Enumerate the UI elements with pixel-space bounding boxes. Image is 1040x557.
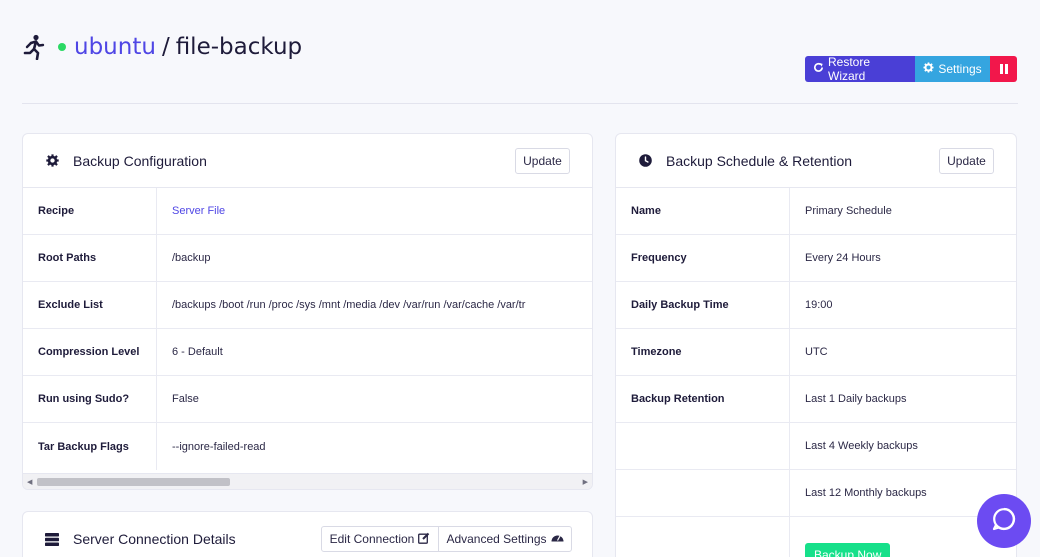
table-row: Last 4 Weekly backups: [616, 423, 1016, 470]
chat-icon: [991, 506, 1017, 537]
row-value: Every 24 Hours: [805, 252, 881, 264]
row-label: Frequency: [616, 235, 790, 281]
table-row: Daily Backup Time 19:00: [616, 282, 1016, 329]
server-icon: [45, 532, 59, 546]
restore-wizard-label: Restore Wizard: [828, 55, 871, 83]
row-label: [616, 517, 790, 557]
row-value: --ignore-failed-read: [172, 440, 266, 453]
row-value: UTC: [805, 346, 828, 358]
scroll-left-icon[interactable]: ◀: [27, 478, 32, 486]
row-value: Last 1 Daily backups: [805, 393, 907, 405]
table-row: Root Paths /backup: [23, 235, 592, 282]
row-value: 6 - Default: [172, 346, 223, 358]
advanced-settings-label: Advanced Settings: [446, 532, 547, 546]
backup-now-button[interactable]: Backup Now: [805, 543, 891, 557]
refresh-icon: [813, 62, 824, 76]
breadcrumb-separator: /: [161, 34, 170, 60]
card-header: Backup Configuration Update: [23, 134, 592, 188]
row-value: /backup: [172, 252, 211, 264]
running-person-icon: [22, 34, 48, 61]
page-title: file-backup: [175, 34, 303, 60]
gauge-icon: [551, 532, 564, 546]
card-title: Server Connection Details: [73, 531, 236, 547]
card-title: Backup Configuration: [73, 152, 207, 169]
recipe-link[interactable]: Server File: [157, 205, 225, 217]
backup-schedule-card: Backup Schedule & Retention Update Name …: [615, 133, 1017, 557]
pause-button[interactable]: [990, 56, 1017, 82]
header-divider: [22, 103, 1018, 104]
table-row: Recipe Server File: [23, 188, 592, 235]
restore-wizard-button[interactable]: Restore Wizard: [805, 55, 915, 83]
advanced-settings-button[interactable]: Advanced Settings: [438, 526, 572, 552]
backup-now-wrap: Backup Now: [790, 517, 891, 557]
server-connection-card: Server Connection Details Edit Connectio…: [22, 511, 593, 557]
row-value: Last 12 Monthly backups: [805, 487, 927, 499]
table-row: Name Primary Schedule: [616, 188, 1016, 235]
scrollbar-thumb[interactable]: [37, 478, 230, 486]
row-label: Root Paths: [23, 235, 157, 281]
scroll-right-icon[interactable]: ▶: [583, 478, 588, 486]
card-header: Server Connection Details Edit Connectio…: [23, 512, 592, 557]
table-row: Frequency Every 24 Hours: [616, 235, 1016, 282]
table-row: Backup Retention Last 1 Daily backups: [616, 376, 1016, 423]
update-button[interactable]: Update: [939, 148, 994, 174]
table-row: Run using Sudo? False: [23, 376, 592, 423]
card-title: Backup Schedule & Retention: [666, 152, 853, 169]
row-label: [616, 470, 790, 516]
chat-launcher-button[interactable]: [977, 494, 1031, 548]
row-value: Primary Schedule: [805, 205, 892, 217]
table-row: Timezone UTC: [616, 329, 1016, 376]
row-label: [616, 423, 790, 469]
row-value: 19:00: [805, 299, 833, 311]
row-value: False: [172, 393, 199, 405]
row-label: Exclude List: [23, 282, 157, 328]
row-label: Run using Sudo?: [23, 376, 157, 422]
edit-icon: [418, 532, 430, 547]
row-label: Daily Backup Time: [616, 282, 790, 328]
row-label: Tar Backup Flags: [23, 423, 157, 470]
table-row: Tar Backup Flags --ignore-failed-read: [23, 423, 592, 470]
row-value: Last 4 Weekly backups: [805, 440, 918, 452]
edit-connection-label: Edit Connection: [329, 532, 415, 546]
gear-icon: [923, 62, 934, 76]
card-header: Backup Schedule & Retention Update: [616, 134, 1016, 188]
cog-icon: [45, 154, 59, 168]
table-row: Exclude List /backups /boot /run /proc /…: [23, 282, 592, 329]
backup-configuration-card: Backup Configuration Update Recipe Serve…: [22, 133, 593, 490]
server-link[interactable]: ubuntu: [74, 34, 156, 60]
row-label: Compression Level: [23, 329, 157, 375]
horizontal-scrollbar[interactable]: ◀ ▶: [23, 473, 592, 489]
settings-label: Settings: [938, 62, 982, 76]
row-label: Timezone: [616, 329, 790, 375]
page-header: ubuntu / file-backup: [22, 34, 303, 61]
row-label: Name: [616, 188, 790, 234]
edit-connection-button[interactable]: Edit Connection: [321, 526, 439, 552]
row-label: Backup Retention: [616, 376, 790, 422]
table-row: Compression Level 6 - Default: [23, 329, 592, 376]
header-actions: Restore Wizard Settings: [805, 55, 1017, 83]
clock-icon: [638, 154, 652, 168]
update-button[interactable]: Update: [515, 148, 570, 174]
table-row: Last 12 Monthly backups: [616, 470, 1016, 517]
pause-icon: [999, 64, 1008, 74]
settings-button[interactable]: Settings: [915, 56, 990, 82]
row-label: Recipe: [23, 188, 157, 234]
table-row: Backup Now: [616, 517, 1016, 557]
status-dot: [58, 43, 66, 51]
row-value: /backups /boot /run /proc /sys /mnt /med…: [172, 299, 526, 311]
